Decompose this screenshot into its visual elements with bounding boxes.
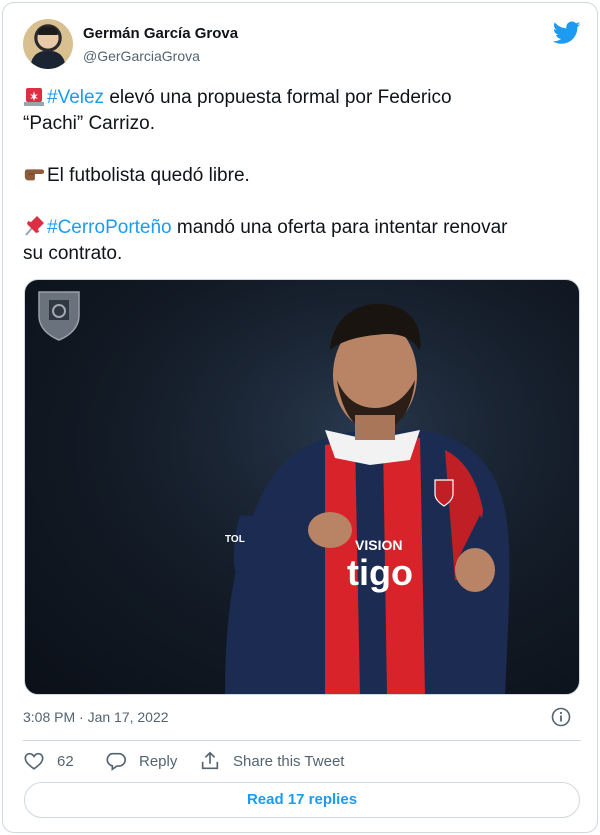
tweet-header: Germán García Grova @GerGarciaGrova: [23, 17, 583, 73]
tweet-timestamp[interactable]: 3:08 PM · Jan 17, 2022: [23, 709, 169, 725]
reply-button[interactable]: Reply: [105, 749, 177, 773]
like-button[interactable]: 62: [23, 749, 74, 773]
avatar-shirt: [31, 51, 65, 69]
tweet-text: #Velez elevó una propuesta formal por Fe…: [23, 85, 583, 267]
share-label: Share this Tweet: [233, 752, 345, 770]
tweet-actions: 62 Reply Share this Tweet: [23, 749, 583, 777]
author-handle[interactable]: @GerGarciaGrova: [83, 48, 200, 64]
reply-bubble-icon: [106, 752, 126, 771]
share-upload-icon: [201, 751, 219, 770]
tweet-media-photo[interactable]: VISION tigo TOL: [24, 279, 580, 695]
twitter-bird-icon[interactable]: [553, 21, 581, 45]
hashtag-cerroporteno[interactable]: #CerroPorteño: [47, 217, 172, 238]
hashtag-velez[interactable]: #Velez: [47, 87, 104, 108]
avatar[interactable]: [23, 19, 73, 69]
divider: [23, 740, 581, 741]
info-icon[interactable]: [551, 707, 571, 727]
tweet-line-1: #Velez elevó una propuesta formal por Fe…: [23, 85, 583, 111]
sponsor-vision-text: VISION: [355, 537, 402, 553]
pointing-right-emoji-icon: [24, 169, 45, 181]
author-name[interactable]: Germán García Grova: [83, 25, 238, 42]
sponsor-tigo-text: tigo: [347, 552, 413, 593]
player-photo: VISION tigo TOL: [25, 280, 579, 694]
pushpin-emoji-icon: [25, 216, 44, 236]
tweet-line-3: #CerroPorteño mandó una oferta para inte…: [23, 215, 583, 241]
avatar-hair: [38, 27, 58, 35]
tweet-line-3-text: mandó una oferta para intentar renovar: [171, 217, 508, 238]
tweet-card: Germán García Grova @GerGarciaGrova #Vel…: [2, 2, 598, 833]
siren-emoji-icon: [24, 88, 44, 106]
tweet-line-1-text: elevó una propuesta formal por Federico: [104, 87, 452, 108]
reply-label: Reply: [139, 752, 178, 770]
tweet-line-3-cont: su contrato.: [23, 243, 123, 264]
tweet-line-1-cont: “Pachi” Carrizo.: [23, 113, 155, 134]
like-count: 62: [57, 752, 74, 770]
heart-icon: [24, 752, 44, 770]
sleeve-text: TOL: [225, 534, 245, 545]
tweet-line-2: El futbolista quedó libre.: [23, 163, 583, 189]
share-button[interactable]: Share this Tweet: [199, 749, 344, 773]
read-replies-button[interactable]: Read 17 replies: [24, 782, 580, 818]
tweet-line-2-text: El futbolista quedó libre.: [47, 165, 250, 186]
